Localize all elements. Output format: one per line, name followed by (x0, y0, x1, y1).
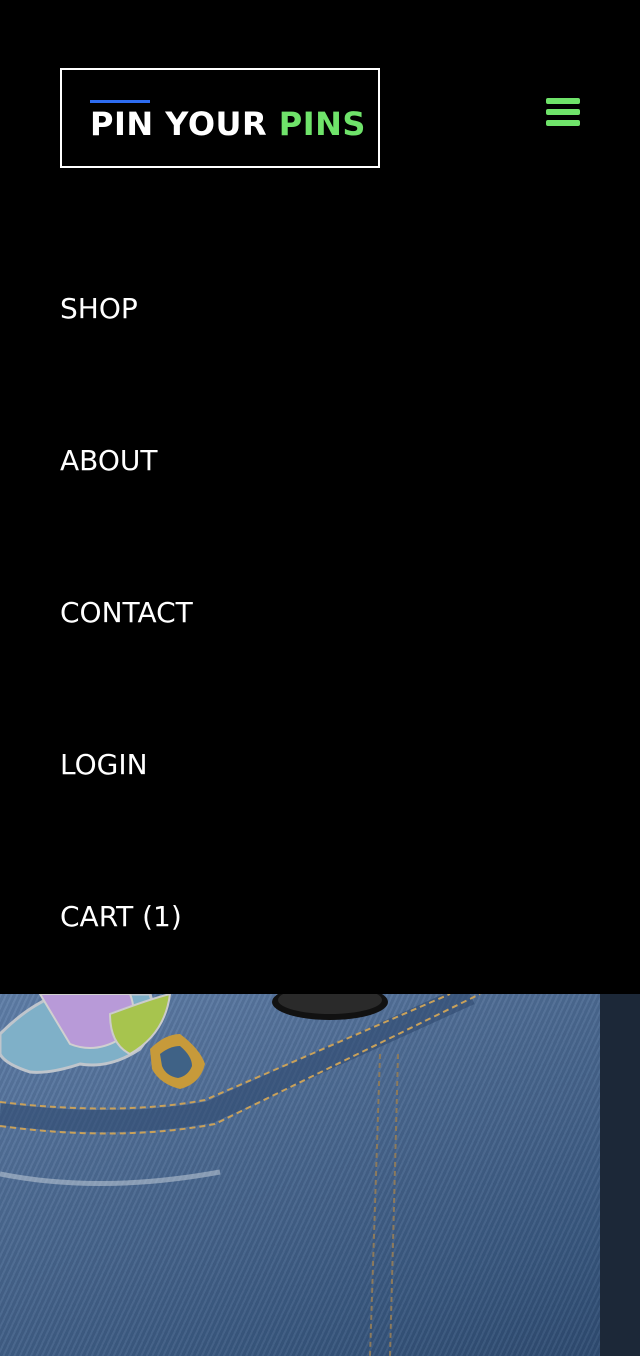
button-badge-icon (272, 994, 388, 1020)
nav-item-contact[interactable]: CONTACT (60, 596, 193, 630)
nav-item-cart[interactable]: CART (1) (60, 900, 182, 934)
nav-item-login[interactable]: LOGIN (60, 748, 148, 782)
nav-item-about[interactable]: ABOUT (60, 444, 158, 478)
logo-accent-bar (90, 100, 150, 103)
logo-text-part2: PINS (278, 105, 366, 143)
enamel-pin-icon (0, 994, 205, 1089)
nav-item-shop[interactable]: SHOP (60, 292, 138, 326)
hamburger-menu-icon[interactable] (546, 98, 580, 126)
hero-image (0, 994, 640, 1356)
logo-text-part1: PIN YOUR (90, 105, 279, 143)
site-logo[interactable]: PIN YOUR PINS (60, 68, 380, 168)
denim-jacket-image (0, 994, 640, 1356)
site-header: PIN YOUR PINS SHOP ABOUT CONTACT LOGIN C… (0, 0, 640, 994)
logo-text: PIN YOUR PINS (90, 106, 366, 142)
